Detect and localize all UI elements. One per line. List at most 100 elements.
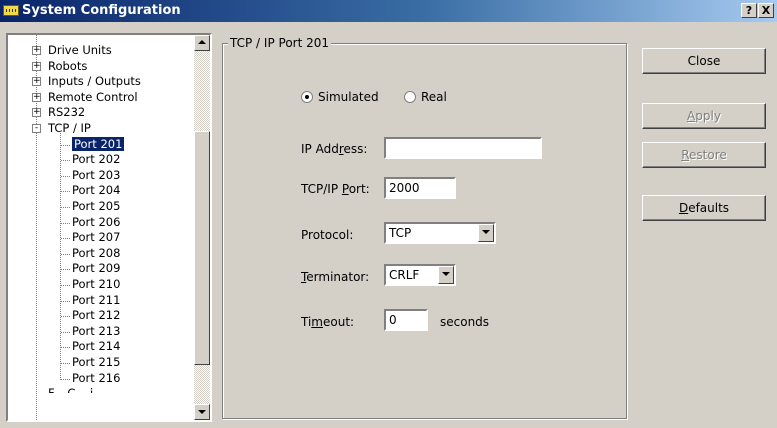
expand-icon[interactable]: +	[32, 108, 41, 118]
window-title: System Configuration	[22, 3, 181, 18]
protocol-label: Protocol:	[301, 228, 354, 242]
tree-guide-line	[61, 175, 70, 177]
tree-item-port[interactable]: Port 207	[72, 230, 120, 245]
tree-item-label: Remote Control	[48, 89, 138, 104]
apply-button[interactable]: Apply	[642, 103, 766, 129]
tree-item-label: Port 216	[72, 370, 121, 385]
app-icon	[3, 5, 19, 16]
timeout-label: Timeout:	[301, 315, 355, 329]
title-bar: System Configuration ? X	[0, 0, 777, 22]
expand-icon[interactable]: +	[32, 61, 41, 71]
scroll-up-button[interactable]	[194, 35, 210, 51]
terminator-dropdown-button[interactable]	[438, 266, 454, 284]
tree-item[interactable]: + Robots	[32, 58, 88, 74]
tree-item-label: Port 209	[72, 261, 121, 276]
tree-item-label: Port 208	[72, 245, 121, 260]
tree-item-label: Port 203	[72, 167, 121, 182]
real-radio[interactable]	[404, 91, 416, 103]
expand-icon[interactable]: +	[32, 92, 41, 102]
tree-item-port[interactable]: Port 211	[72, 293, 120, 308]
real-label[interactable]: Real	[421, 90, 447, 104]
tree-item-label: RS232	[48, 105, 86, 120]
tree-item-port[interactable]: Port 213	[72, 324, 120, 339]
tree-item-port[interactable]: Port 204	[72, 183, 120, 198]
ip-address-input[interactable]	[384, 137, 542, 159]
tree-item-label: F... C... i...	[48, 386, 105, 394]
tree-guide-line	[61, 222, 70, 224]
tree-guide-line	[61, 378, 70, 380]
tree-item-label: Port 211	[72, 292, 121, 307]
tree-item-label: Port 206	[72, 214, 121, 229]
config-tree[interactable]: + Drive Units + Robots + Inputs / Outputs + Rem…	[6, 33, 212, 422]
chevron-down-icon	[442, 272, 450, 276]
tree-guide-line	[61, 207, 70, 208]
protocol-dropdown-button[interactable]	[478, 224, 494, 242]
restore-button[interactable]: Restore	[642, 142, 766, 168]
tcp-port-input[interactable]: 2000	[384, 177, 456, 199]
tree-item-label: Port 213	[72, 323, 121, 338]
tree-guide-line	[61, 331, 70, 333]
tree-item-label: Port 207	[72, 230, 121, 245]
tree-item-port[interactable]: Port 202	[72, 152, 120, 167]
tree-guide-line	[61, 316, 70, 318]
tree-item-port[interactable]: Port 206	[72, 215, 120, 230]
expand-icon[interactable]: +	[32, 77, 41, 87]
ip-address-label: IP Address:	[301, 142, 368, 156]
tree-item-label: Port 212	[72, 308, 121, 323]
arrow-up-icon	[198, 40, 206, 44]
terminator-select[interactable]: CRLF	[384, 264, 456, 286]
tree-item-label: Port 214	[72, 339, 121, 354]
tree-item-port[interactable]: Port 209	[72, 261, 120, 276]
tree-item-label: Port 204	[72, 183, 121, 198]
tree-item-port[interactable]: Port 214	[72, 339, 120, 354]
scroll-down-button[interactable]	[194, 404, 210, 420]
arrow-down-icon	[198, 410, 206, 414]
defaults-button[interactable]: Defaults	[642, 195, 766, 221]
tree-item-port[interactable]: Port 216	[72, 371, 120, 386]
collapse-icon[interactable]: -	[32, 124, 41, 133]
tree-item[interactable]: + Drive Units	[32, 43, 112, 58]
timeout-input[interactable]: 0	[384, 309, 428, 331]
protocol-select[interactable]: TCP	[384, 222, 496, 244]
tree-item[interactable]: + Remote Control	[32, 89, 138, 105]
tree-item-label: Inputs / Outputs	[48, 74, 141, 89]
timeout-unit: seconds	[440, 315, 490, 329]
close-window-button[interactable]: X	[758, 3, 774, 18]
tree-guide-line	[61, 285, 70, 286]
tree-item-port[interactable]: Port 201	[72, 136, 125, 152]
tree-item-port[interactable]: Port 210	[72, 277, 120, 292]
tree-guide-line	[61, 300, 70, 302]
protocol-value: TCP	[389, 226, 412, 240]
expand-icon[interactable]: +	[32, 46, 41, 55]
tree-guide-line	[61, 238, 70, 240]
tree-item[interactable]: + RS232	[32, 105, 86, 120]
tree-item[interactable]: + Inputs / Outputs	[32, 74, 141, 89]
tree-item-port[interactable]: Port 215	[72, 355, 120, 370]
terminator-label: Terminator:	[301, 270, 370, 284]
tree-item-port[interactable]: Port 203	[72, 168, 120, 183]
tree-guide-line	[61, 347, 70, 349]
tree-scrollbar[interactable]	[194, 35, 210, 420]
tree-item-partial[interactable]: F... C... i...	[48, 386, 104, 393]
tree-item[interactable]: - TCP / IP	[32, 121, 91, 136]
tree-item-label: Port 205	[72, 199, 121, 213]
tree-item-port[interactable]: Port 208	[72, 246, 120, 261]
tree-guide-line	[61, 144, 70, 146]
tree-guide-line	[61, 363, 70, 364]
simulated-radio[interactable]	[301, 91, 313, 103]
tree-item-label: Port 202	[72, 152, 121, 167]
tree-item-label: Port 201	[72, 136, 125, 151]
tree-item-label: Robots	[48, 58, 88, 73]
tree-guide-line	[61, 269, 70, 271]
chevron-down-icon	[482, 230, 490, 234]
close-button[interactable]: Close	[642, 48, 766, 74]
tree-guide-line	[61, 191, 70, 193]
help-button[interactable]: ?	[741, 3, 757, 18]
tree-guide-line	[61, 253, 70, 255]
tree-item-label: TCP / IP	[48, 121, 91, 135]
scroll-thumb[interactable]	[194, 131, 210, 365]
group-title: TCP / IP Port 201	[228, 36, 332, 50]
simulated-label[interactable]: Simulated	[318, 90, 379, 104]
tree-item-port[interactable]: Port 205	[72, 199, 120, 214]
tree-item-port[interactable]: Port 212	[72, 308, 120, 323]
